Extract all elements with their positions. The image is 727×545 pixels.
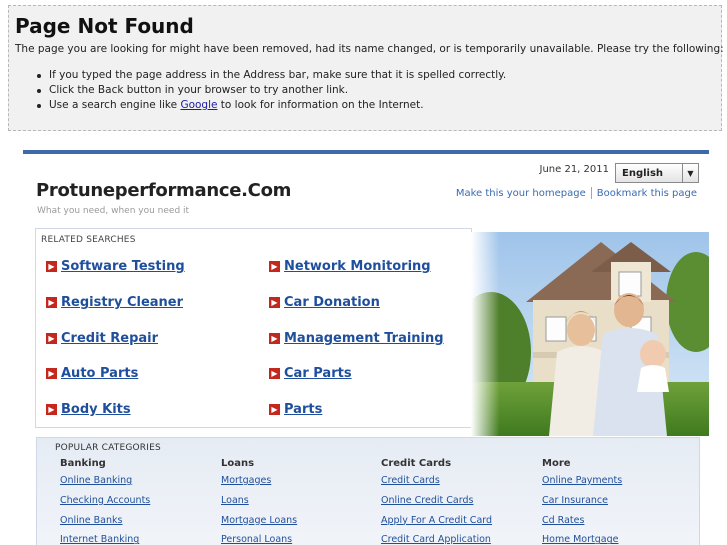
error-tip-search: Use a search engine like Google to look … <box>37 98 721 113</box>
category-link[interactable]: Apply For A Credit Card <box>381 515 492 526</box>
error-title: Page Not Found <box>15 14 194 38</box>
related-search-item[interactable]: ▶ Car Donation <box>269 295 380 310</box>
error-box: Page Not Found The page you are looking … <box>8 5 724 131</box>
arrow-bullet-icon: ▶ <box>46 368 57 379</box>
related-searches-title: RELATED SEARCHES <box>41 235 136 245</box>
arrow-bullet-icon: ▶ <box>269 297 280 308</box>
popular-categories: POPULAR CATEGORIES Banking Online Bankin… <box>36 437 700 545</box>
related-search-link[interactable]: Car Donation <box>284 295 380 310</box>
bookmark-link[interactable]: Bookmark this page <box>597 188 697 199</box>
category-link[interactable]: Checking Accounts <box>60 495 150 506</box>
related-search-item[interactable]: ▶ Car Parts <box>269 366 352 381</box>
site-title[interactable]: Protuneperformance.Com <box>36 180 291 201</box>
related-search-link[interactable]: Auto Parts <box>61 366 138 381</box>
category-link[interactable]: Personal Loans <box>221 535 297 545</box>
header-links: Make this your homepage Bookmark this pag… <box>456 187 697 199</box>
category-heading: Banking <box>60 458 106 469</box>
category-column-credit-cards: Credit Cards Credit Cards Online Credit … <box>381 458 492 545</box>
related-search-item[interactable]: ▶ Registry Cleaner <box>46 295 183 310</box>
related-search-item[interactable]: ▶ Body Kits <box>46 402 131 417</box>
arrow-bullet-icon: ▶ <box>46 261 57 272</box>
parked-page: June 21, 2011 English ▼ Make this your h… <box>23 150 709 545</box>
category-link[interactable]: Cd Rates <box>542 515 622 526</box>
category-link[interactable]: Credit Card Application <box>381 535 492 545</box>
category-heading: More <box>542 458 571 469</box>
related-search-link[interactable]: Management Training <box>284 331 444 346</box>
category-column-banking: Banking Online Banking Checking Accounts… <box>60 458 150 545</box>
search-tip-prefix: Use a search engine like <box>49 99 181 111</box>
related-searches: RELATED SEARCHES ▶ Software Testing ▶ Regi… <box>35 228 472 428</box>
search-tip-suffix: to look for information on the Internet. <box>217 99 424 111</box>
related-search-item[interactable]: ▶ Software Testing <box>46 259 185 274</box>
category-heading: Credit Cards <box>381 458 452 469</box>
arrow-bullet-icon: ▶ <box>269 333 280 344</box>
related-search-link[interactable]: Software Testing <box>61 259 185 274</box>
category-link[interactable]: Mortgage Loans <box>221 515 297 526</box>
related-search-item[interactable]: ▶ Network Monitoring <box>269 259 431 274</box>
category-link[interactable]: Car Insurance <box>542 495 622 506</box>
error-tips-list: If you typed the page address in the Add… <box>37 68 721 113</box>
category-column-loans: Loans Mortgages Loans Mortgage Loans Per… <box>221 458 297 545</box>
arrow-bullet-icon: ▶ <box>46 404 57 415</box>
error-description: The page you are looking for might have … <box>15 43 724 55</box>
link-divider <box>590 187 592 199</box>
language-select[interactable]: English ▼ <box>615 163 699 183</box>
category-link[interactable]: Online Payments <box>542 476 622 486</box>
category-link[interactable]: Online Credit Cards <box>381 495 492 506</box>
arrow-bullet-icon: ▶ <box>46 297 57 308</box>
category-link[interactable]: Credit Cards <box>381 476 492 486</box>
related-search-item[interactable]: ▶ Auto Parts <box>46 366 138 381</box>
related-search-link[interactable]: Body Kits <box>61 402 131 417</box>
category-link[interactable]: Home Mortgage <box>542 535 622 545</box>
dropdown-arrow-icon[interactable]: ▼ <box>682 164 698 182</box>
make-homepage-link[interactable]: Make this your homepage <box>456 188 586 199</box>
error-tip: If you typed the page address in the Add… <box>37 68 721 83</box>
related-search-link[interactable]: Registry Cleaner <box>61 295 183 310</box>
related-search-item[interactable]: ▶ Credit Repair <box>46 331 158 346</box>
related-search-link[interactable]: Car Parts <box>284 366 352 381</box>
family-house-photo <box>471 232 709 436</box>
related-search-link[interactable]: Credit Repair <box>61 331 158 346</box>
category-link[interactable]: Loans <box>221 495 297 506</box>
arrow-bullet-icon: ▶ <box>46 333 57 344</box>
related-search-link[interactable]: Parts <box>284 402 322 417</box>
google-link[interactable]: Google <box>180 99 217 111</box>
arrow-bullet-icon: ▶ <box>269 404 280 415</box>
family-house-image <box>471 232 709 436</box>
site-tagline: What you need, when you need it <box>37 206 190 216</box>
arrow-bullet-icon: ▶ <box>269 261 280 272</box>
category-link[interactable]: Online Banks <box>60 515 150 526</box>
error-tip: Click the Back button in your browser to… <box>37 83 721 98</box>
category-heading: Loans <box>221 458 255 469</box>
related-search-item[interactable]: ▶ Management Training <box>269 331 444 346</box>
category-link[interactable]: Mortgages <box>221 476 297 486</box>
language-value: English <box>622 167 664 179</box>
category-link[interactable]: Internet Banking <box>60 535 150 545</box>
related-search-item[interactable]: ▶ Parts <box>269 402 322 417</box>
popular-categories-title: POPULAR CATEGORIES <box>55 443 161 453</box>
arrow-bullet-icon: ▶ <box>269 368 280 379</box>
category-column-more: More Online Payments Car Insurance Cd Ra… <box>542 458 622 545</box>
category-link[interactable]: Online Banking <box>60 476 150 486</box>
related-search-link[interactable]: Network Monitoring <box>284 259 431 274</box>
date-label: June 21, 2011 <box>539 164 610 175</box>
